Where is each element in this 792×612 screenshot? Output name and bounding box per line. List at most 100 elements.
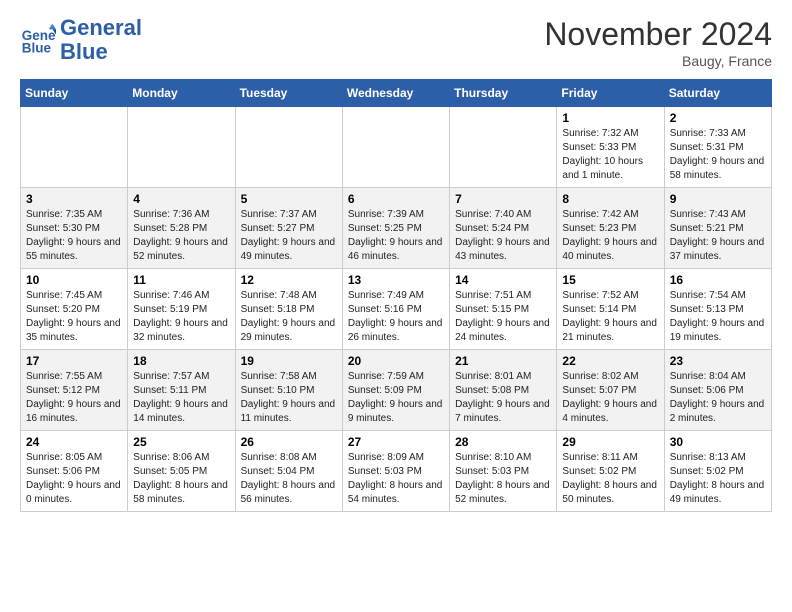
day-number: 4 [133, 192, 229, 206]
calendar-body: 1Sunrise: 7:32 AM Sunset: 5:33 PM Daylig… [21, 107, 772, 512]
logo: General Blue General Blue [20, 16, 142, 64]
day-cell-3-0: 17 Sunrise: 7:55 AM Sunset: 5:12 PM Dayli… [21, 350, 128, 431]
day-info: Sunrise: 7:54 AM Sunset: 5:13 PM Dayligh… [670, 289, 766, 345]
calendar-table: Sunday Monday Tuesday Wednesday Thursday… [20, 79, 772, 512]
day-info: Sunrise: 7:40 AM Sunset: 5:24 PM Dayligh… [455, 208, 551, 264]
day-number: 15 [562, 273, 658, 287]
day-info: Sunrise: 8:09 AM Sunset: 5:03 PM Dayligh… [348, 451, 444, 507]
day-number: 22 [562, 354, 658, 368]
col-wednesday: Wednesday [342, 80, 449, 107]
calendar-header: Sunday Monday Tuesday Wednesday Thursday… [21, 80, 772, 107]
logo-line2: Blue [60, 39, 108, 64]
header-row: Sunday Monday Tuesday Wednesday Thursday… [21, 80, 772, 107]
logo-icon: General Blue [20, 22, 56, 58]
day-number: 3 [26, 192, 122, 206]
day-cell-1-0: 3Sunrise: 7:35 AM Sunset: 5:30 PM Daylig… [21, 188, 128, 269]
day-info: Sunrise: 8:01 AM Sunset: 5:08 PM Dayligh… [455, 370, 551, 426]
day-cell-4-3: 27 Sunrise: 8:09 AM Sunset: 5:03 PM Dayli… [342, 431, 449, 512]
day-number: 19 [241, 354, 337, 368]
day-number: 17 [26, 354, 122, 368]
header: General Blue General Blue November 2024 … [20, 16, 772, 69]
day-number: 12 [241, 273, 337, 287]
day-cell-1-6: 9 Sunrise: 7:43 AM Sunset: 5:21 PM Daylig… [664, 188, 771, 269]
day-info: Sunrise: 7:46 AM Sunset: 5:19 PM Dayligh… [133, 289, 229, 345]
day-cell-4-6: 30Sunrise: 8:13 AM Sunset: 5:02 PM Dayli… [664, 431, 771, 512]
day-number: 23 [670, 354, 766, 368]
day-cell-3-3: 20Sunrise: 7:59 AM Sunset: 5:09 PM Dayli… [342, 350, 449, 431]
day-info: Sunrise: 8:06 AM Sunset: 5:05 PM Dayligh… [133, 451, 229, 507]
day-cell-2-2: 12 Sunrise: 7:48 AM Sunset: 5:18 PM Dayli… [235, 269, 342, 350]
day-cell-3-4: 21 Sunrise: 8:01 AM Sunset: 5:08 PM Dayli… [450, 350, 557, 431]
day-number: 28 [455, 435, 551, 449]
day-cell-1-1: 4Sunrise: 7:36 AM Sunset: 5:28 PM Daylig… [128, 188, 235, 269]
day-number: 11 [133, 273, 229, 287]
title-area: November 2024 Baugy, France [544, 16, 772, 69]
day-number: 26 [241, 435, 337, 449]
day-cell-2-5: 15 Sunrise: 7:52 AM Sunset: 5:14 PM Dayli… [557, 269, 664, 350]
day-info: Sunrise: 7:49 AM Sunset: 5:16 PM Dayligh… [348, 289, 444, 345]
day-cell-4-4: 28Sunrise: 8:10 AM Sunset: 5:03 PM Dayli… [450, 431, 557, 512]
day-number: 8 [562, 192, 658, 206]
day-info: Sunrise: 8:05 AM Sunset: 5:06 PM Dayligh… [26, 451, 122, 507]
col-tuesday: Tuesday [235, 80, 342, 107]
day-number: 9 [670, 192, 766, 206]
location: Baugy, France [544, 53, 772, 69]
week-row-4: 24 Sunrise: 8:05 AM Sunset: 5:06 PM Dayli… [21, 431, 772, 512]
day-number: 24 [26, 435, 122, 449]
day-cell-0-1 [128, 107, 235, 188]
day-cell-2-6: 16 Sunrise: 7:54 AM Sunset: 5:13 PM Dayli… [664, 269, 771, 350]
day-number: 6 [348, 192, 444, 206]
day-cell-0-6: 2Sunrise: 7:33 AM Sunset: 5:31 PM Daylig… [664, 107, 771, 188]
day-info: Sunrise: 8:04 AM Sunset: 5:06 PM Dayligh… [670, 370, 766, 426]
day-number: 20 [348, 354, 444, 368]
day-cell-2-0: 10Sunrise: 7:45 AM Sunset: 5:20 PM Dayli… [21, 269, 128, 350]
svg-text:Blue: Blue [22, 41, 52, 56]
day-info: Sunrise: 7:43 AM Sunset: 5:21 PM Dayligh… [670, 208, 766, 264]
day-number: 2 [670, 111, 766, 125]
day-cell-1-4: 7Sunrise: 7:40 AM Sunset: 5:24 PM Daylig… [450, 188, 557, 269]
day-number: 27 [348, 435, 444, 449]
col-monday: Monday [128, 80, 235, 107]
week-row-1: 3Sunrise: 7:35 AM Sunset: 5:30 PM Daylig… [21, 188, 772, 269]
day-cell-3-6: 23 Sunrise: 8:04 AM Sunset: 5:06 PM Dayli… [664, 350, 771, 431]
week-row-2: 10Sunrise: 7:45 AM Sunset: 5:20 PM Dayli… [21, 269, 772, 350]
day-cell-2-4: 14Sunrise: 7:51 AM Sunset: 5:15 PM Dayli… [450, 269, 557, 350]
day-cell-3-5: 22 Sunrise: 8:02 AM Sunset: 5:07 PM Dayli… [557, 350, 664, 431]
day-cell-0-2 [235, 107, 342, 188]
day-number: 16 [670, 273, 766, 287]
day-cell-0-5: 1Sunrise: 7:32 AM Sunset: 5:33 PM Daylig… [557, 107, 664, 188]
day-number: 30 [670, 435, 766, 449]
day-number: 21 [455, 354, 551, 368]
day-cell-0-4 [450, 107, 557, 188]
col-thursday: Thursday [450, 80, 557, 107]
day-cell-4-0: 24 Sunrise: 8:05 AM Sunset: 5:06 PM Dayli… [21, 431, 128, 512]
col-sunday: Sunday [21, 80, 128, 107]
logo-line1: General [60, 15, 142, 40]
day-cell-1-5: 8 Sunrise: 7:42 AM Sunset: 5:23 PM Daylig… [557, 188, 664, 269]
day-cell-4-2: 26 Sunrise: 8:08 AM Sunset: 5:04 PM Dayli… [235, 431, 342, 512]
day-cell-2-3: 13Sunrise: 7:49 AM Sunset: 5:16 PM Dayli… [342, 269, 449, 350]
day-number: 18 [133, 354, 229, 368]
day-number: 10 [26, 273, 122, 287]
day-info: Sunrise: 7:48 AM Sunset: 5:18 PM Dayligh… [241, 289, 337, 345]
day-cell-4-1: 25 Sunrise: 8:06 AM Sunset: 5:05 PM Dayli… [128, 431, 235, 512]
month-title: November 2024 [544, 16, 772, 53]
day-cell-3-2: 19Sunrise: 7:58 AM Sunset: 5:10 PM Dayli… [235, 350, 342, 431]
day-number: 5 [241, 192, 337, 206]
day-info: Sunrise: 7:57 AM Sunset: 5:11 PM Dayligh… [133, 370, 229, 426]
col-friday: Friday [557, 80, 664, 107]
day-info: Sunrise: 7:55 AM Sunset: 5:12 PM Dayligh… [26, 370, 122, 426]
day-info: Sunrise: 7:42 AM Sunset: 5:23 PM Dayligh… [562, 208, 658, 264]
day-cell-3-1: 18 Sunrise: 7:57 AM Sunset: 5:11 PM Dayli… [128, 350, 235, 431]
day-info: Sunrise: 7:52 AM Sunset: 5:14 PM Dayligh… [562, 289, 658, 345]
day-info: Sunrise: 8:02 AM Sunset: 5:07 PM Dayligh… [562, 370, 658, 426]
week-row-0: 1Sunrise: 7:32 AM Sunset: 5:33 PM Daylig… [21, 107, 772, 188]
day-info: Sunrise: 8:08 AM Sunset: 5:04 PM Dayligh… [241, 451, 337, 507]
week-row-3: 17 Sunrise: 7:55 AM Sunset: 5:12 PM Dayli… [21, 350, 772, 431]
day-info: Sunrise: 7:39 AM Sunset: 5:25 PM Dayligh… [348, 208, 444, 264]
day-cell-1-3: 6 Sunrise: 7:39 AM Sunset: 5:25 PM Daylig… [342, 188, 449, 269]
day-number: 25 [133, 435, 229, 449]
day-cell-0-0 [21, 107, 128, 188]
day-number: 1 [562, 111, 658, 125]
day-info: Sunrise: 7:37 AM Sunset: 5:27 PM Dayligh… [241, 208, 337, 264]
